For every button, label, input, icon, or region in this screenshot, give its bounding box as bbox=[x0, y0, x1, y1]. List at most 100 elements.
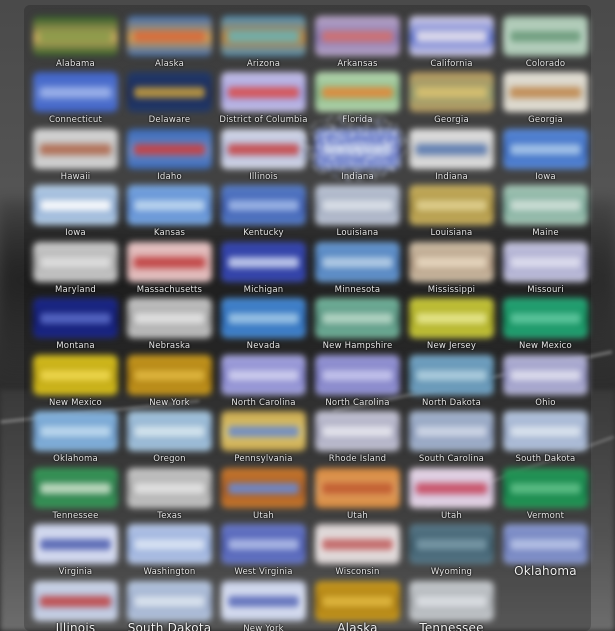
plate-tile[interactable]: Maine bbox=[498, 179, 593, 239]
plate-tile[interactable]: Missouri bbox=[498, 236, 593, 296]
particle bbox=[300, 140, 303, 142]
plate-tile[interactable]: South Dakota bbox=[498, 405, 593, 465]
plate-tile[interactable]: Montana bbox=[28, 292, 123, 352]
plate-tile[interactable]: South Dakota bbox=[122, 575, 217, 631]
plate-tile[interactable]: Illinois bbox=[28, 575, 123, 631]
particle bbox=[348, 153, 351, 156]
license-plate-image bbox=[221, 129, 306, 169]
plate-tile[interactable]: Alaska bbox=[310, 575, 405, 631]
plate-tile[interactable]: Pennsylvania bbox=[216, 405, 311, 465]
particle bbox=[363, 158, 366, 161]
plate-tile[interactable]: Minnesota bbox=[310, 236, 405, 296]
license-plate-image bbox=[409, 16, 494, 56]
plate-tile[interactable]: New York bbox=[122, 349, 217, 409]
particle bbox=[327, 143, 330, 146]
plate-tile[interactable]: New Jersey bbox=[404, 292, 499, 352]
license-plate-image bbox=[409, 468, 494, 508]
plate-tile[interactable]: New Mexico bbox=[498, 292, 593, 352]
plate-tile[interactable]: Utah bbox=[404, 462, 499, 522]
plate-tile[interactable]: Ohio bbox=[498, 349, 593, 409]
plate-tile[interactable]: Oklahoma bbox=[498, 518, 593, 578]
particle bbox=[366, 169, 369, 172]
plate-tile[interactable]: Idaho bbox=[122, 123, 217, 183]
plate-tile[interactable]: Nebraska bbox=[122, 292, 217, 352]
plate-tile[interactable]: California bbox=[404, 10, 499, 70]
plate-tile[interactable]: South Carolina bbox=[404, 405, 499, 465]
plate-tile[interactable]: Delaware bbox=[122, 66, 217, 126]
plate-tile[interactable]: Rhode Island bbox=[310, 405, 405, 465]
particle bbox=[377, 152, 380, 155]
particle bbox=[304, 155, 307, 158]
particle bbox=[376, 119, 378, 121]
plate-tile[interactable]: Wyoming bbox=[404, 518, 499, 578]
particle bbox=[319, 171, 321, 174]
particle bbox=[409, 146, 411, 149]
particle bbox=[400, 136, 402, 139]
particle bbox=[359, 133, 361, 136]
license-plate-image bbox=[127, 581, 212, 621]
plate-tile[interactable]: Nevada bbox=[216, 292, 311, 352]
plate-tile[interactable]: Arkansas bbox=[310, 10, 405, 70]
plate-tile[interactable]: Iowa bbox=[498, 123, 593, 183]
plate-band bbox=[133, 313, 206, 324]
particle bbox=[366, 122, 369, 124]
plate-tile[interactable]: Alabama bbox=[28, 10, 123, 70]
plate-tile[interactable]: Washington bbox=[122, 518, 217, 578]
plate-tile[interactable]: Texas bbox=[122, 462, 217, 522]
particle bbox=[354, 175, 357, 178]
plate-tile[interactable]: Hawaii bbox=[28, 123, 123, 183]
plate-tile[interactable]: Oklahoma bbox=[28, 405, 123, 465]
particle bbox=[384, 148, 387, 150]
plate-tile[interactable]: North Dakota bbox=[404, 349, 499, 409]
plate-tile[interactable]: Wisconsin bbox=[310, 518, 405, 578]
plate-tile[interactable]: Tennessee bbox=[28, 462, 123, 522]
plate-tile[interactable]: Colorado bbox=[498, 10, 593, 70]
plate-tile[interactable]: Vermont bbox=[498, 462, 593, 522]
plate-tile[interactable]: Oregon bbox=[122, 405, 217, 465]
particle bbox=[371, 121, 373, 124]
plate-tile[interactable]: Kansas bbox=[122, 179, 217, 239]
plate-tile[interactable]: Michigan bbox=[216, 236, 311, 296]
plate-tile[interactable]: Virginia bbox=[28, 518, 123, 578]
particle bbox=[315, 129, 317, 132]
plate-tile[interactable]: Utah bbox=[310, 462, 405, 522]
plate-tile[interactable]: Massachusetts bbox=[122, 236, 217, 296]
particle bbox=[409, 141, 411, 143]
particle bbox=[371, 171, 374, 173]
plate-tile[interactable]: West Virginia bbox=[216, 518, 311, 578]
particle bbox=[324, 163, 327, 165]
particle bbox=[315, 154, 317, 157]
plate-tile[interactable]: Maryland bbox=[28, 236, 123, 296]
particle bbox=[396, 146, 399, 149]
license-plate-image bbox=[33, 242, 118, 282]
plate-tile[interactable]: Iowa bbox=[28, 179, 123, 239]
plate-tile[interactable]: North Carolina bbox=[216, 349, 311, 409]
plate-tile[interactable]: Louisiana bbox=[404, 179, 499, 239]
plate-tile[interactable]: New York bbox=[216, 575, 311, 631]
license-plate-image bbox=[503, 16, 588, 56]
plate-state-label: Tennessee bbox=[419, 621, 484, 631]
plate-tile[interactable]: New Hampshire bbox=[310, 292, 405, 352]
plate-tile[interactable]: Louisiana bbox=[310, 179, 405, 239]
particle bbox=[349, 149, 352, 152]
particle bbox=[348, 146, 351, 148]
plate-tile[interactable]: Georgia bbox=[498, 66, 593, 126]
particle bbox=[299, 150, 301, 153]
particle bbox=[377, 121, 380, 124]
plate-tile[interactable]: Mississippi bbox=[404, 236, 499, 296]
particle bbox=[306, 150, 309, 152]
plate-tile[interactable]: New Mexico bbox=[28, 349, 123, 409]
plate-tile[interactable]: Georgia bbox=[404, 66, 499, 126]
plate-tile[interactable]: Tennessee bbox=[404, 575, 499, 631]
particle bbox=[393, 146, 395, 148]
particle bbox=[333, 125, 335, 127]
plate-tile[interactable]: North Carolina bbox=[310, 349, 405, 409]
plate-tile[interactable]: Connecticut bbox=[28, 66, 123, 126]
plate-tile[interactable]: Arizona bbox=[216, 10, 311, 70]
plate-tile[interactable]: Kentucky bbox=[216, 179, 311, 239]
plate-tile[interactable]: Utah bbox=[216, 462, 311, 522]
particle bbox=[342, 118, 345, 121]
plate-tile[interactable]: Indiana bbox=[404, 123, 499, 183]
particle bbox=[370, 177, 372, 179]
plate-tile[interactable]: Alaska bbox=[122, 10, 217, 70]
